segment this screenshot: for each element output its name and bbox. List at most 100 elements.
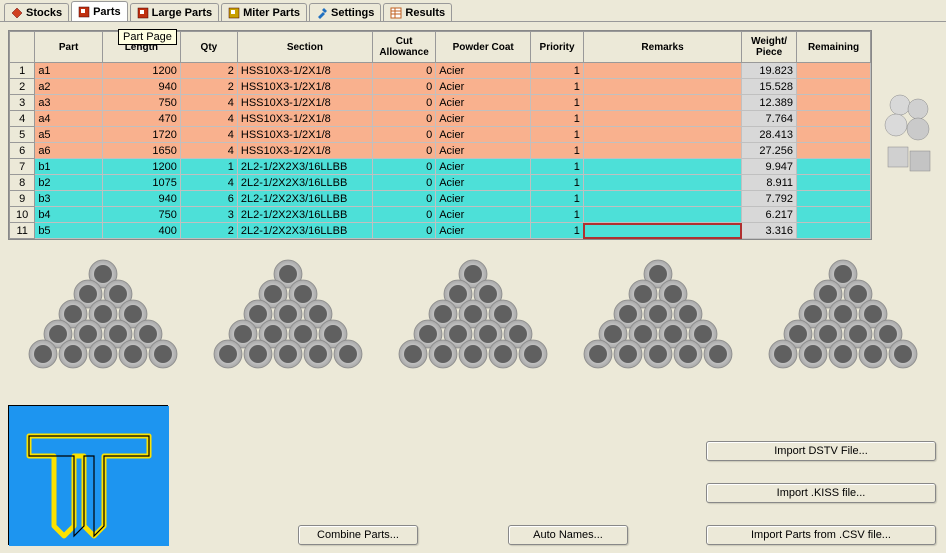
cell-remarks[interactable]: [583, 207, 741, 223]
cell-remaining[interactable]: [797, 63, 871, 79]
cell-weight[interactable]: 27.256: [742, 143, 797, 159]
cell-cut-allowance[interactable]: 0: [372, 63, 435, 79]
cell-cut-allowance[interactable]: 0: [372, 143, 435, 159]
cell-weight[interactable]: 12.389: [742, 95, 797, 111]
cell-cut-allowance[interactable]: 0: [372, 223, 435, 239]
cell-powder-coat[interactable]: Acier: [436, 175, 531, 191]
cell-weight[interactable]: 6.217: [742, 207, 797, 223]
cell-priority[interactable]: 1: [531, 191, 584, 207]
cell-length[interactable]: 940: [102, 79, 180, 95]
cell-length[interactable]: 1720: [102, 127, 180, 143]
cell-remarks[interactable]: [583, 223, 741, 239]
cell-remarks[interactable]: [583, 143, 741, 159]
cell-length[interactable]: 400: [102, 223, 180, 239]
cell-priority[interactable]: 1: [531, 143, 584, 159]
cell-qty[interactable]: 4: [180, 111, 237, 127]
row-number[interactable]: 1: [10, 63, 35, 79]
cell-powder-coat[interactable]: Acier: [436, 127, 531, 143]
cell-qty[interactable]: 6: [180, 191, 237, 207]
cell-priority[interactable]: 1: [531, 223, 584, 239]
cell-cut-allowance[interactable]: 0: [372, 175, 435, 191]
cell-priority[interactable]: 1: [531, 175, 584, 191]
cell-remarks[interactable]: [583, 127, 741, 143]
cell-weight[interactable]: 3.316: [742, 223, 797, 239]
row-number[interactable]: 5: [10, 127, 35, 143]
table-row[interactable]: 10b475032L2-1/2X2X3/16LLBB0Acier1 6.217: [10, 207, 871, 223]
cell-qty[interactable]: 4: [180, 175, 237, 191]
cell-length[interactable]: 470: [102, 111, 180, 127]
parts-table[interactable]: Part Length Qty Section Cut Allowance Po…: [9, 31, 871, 239]
cell-part[interactable]: b3: [35, 191, 103, 207]
auto-names-button[interactable]: Auto Names...: [508, 525, 628, 545]
cell-part[interactable]: a6: [35, 143, 103, 159]
cell-qty[interactable]: 1: [180, 159, 237, 175]
table-row[interactable]: 11b540022L2-1/2X2X3/16LLBB0Acier13.316: [10, 223, 871, 239]
tab-stocks[interactable]: Stocks: [4, 3, 69, 21]
cell-part[interactable]: a4: [35, 111, 103, 127]
cell-cut-allowance[interactable]: 0: [372, 207, 435, 223]
cell-remaining[interactable]: [797, 143, 871, 159]
cell-remarks[interactable]: [583, 175, 741, 191]
col-section[interactable]: Section: [237, 32, 372, 63]
cell-part[interactable]: a2: [35, 79, 103, 95]
cell-priority[interactable]: 1: [531, 207, 584, 223]
cell-powder-coat[interactable]: Acier: [436, 207, 531, 223]
cell-weight[interactable]: 19.823: [742, 63, 797, 79]
cell-qty[interactable]: 4: [180, 95, 237, 111]
cell-remaining[interactable]: [797, 79, 871, 95]
cell-cut-allowance[interactable]: 0: [372, 95, 435, 111]
cell-remarks[interactable]: [583, 63, 741, 79]
table-row[interactable]: 3a37504HSS10X3-1/2X1/80Acier112.389: [10, 95, 871, 111]
row-number[interactable]: 10: [10, 207, 35, 223]
cell-length[interactable]: 750: [102, 95, 180, 111]
cell-weight[interactable]: 8.911: [742, 175, 797, 191]
cell-qty[interactable]: 2: [180, 63, 237, 79]
cell-cut-allowance[interactable]: 0: [372, 191, 435, 207]
cell-section[interactable]: 2L2-1/2X2X3/16LLBB: [237, 175, 372, 191]
table-row[interactable]: 8b2107542L2-1/2X2X3/16LLBB0Acier18.911: [10, 175, 871, 191]
cell-part[interactable]: a5: [35, 127, 103, 143]
cell-part[interactable]: b2: [35, 175, 103, 191]
cell-priority[interactable]: 1: [531, 79, 584, 95]
row-number[interactable]: 9: [10, 191, 35, 207]
cell-qty[interactable]: 2: [180, 79, 237, 95]
cell-remaining[interactable]: [797, 175, 871, 191]
cell-powder-coat[interactable]: Acier: [436, 191, 531, 207]
cell-length[interactable]: 750: [102, 207, 180, 223]
tab-miter-parts[interactable]: Miter Parts: [221, 3, 307, 21]
table-row[interactable]: 4a44704HSS10X3-1/2X1/80Acier17.764: [10, 111, 871, 127]
cell-cut-allowance[interactable]: 0: [372, 159, 435, 175]
col-priority[interactable]: Priority: [531, 32, 584, 63]
cell-section[interactable]: HSS10X3-1/2X1/8: [237, 79, 372, 95]
row-number[interactable]: 6: [10, 143, 35, 159]
cell-weight[interactable]: 7.764: [742, 111, 797, 127]
cell-section[interactable]: 2L2-1/2X2X3/16LLBB: [237, 223, 372, 239]
row-number[interactable]: 3: [10, 95, 35, 111]
cell-part[interactable]: b5: [35, 223, 103, 239]
tab-large-parts[interactable]: Large Parts: [130, 3, 220, 21]
cell-length[interactable]: 1200: [102, 63, 180, 79]
cell-weight[interactable]: 15.528: [742, 79, 797, 95]
cell-weight[interactable]: 28.413: [742, 127, 797, 143]
row-number[interactable]: 8: [10, 175, 35, 191]
col-remaining[interactable]: Remaining: [797, 32, 871, 63]
import-kiss-button[interactable]: Import .KISS file...: [706, 483, 936, 503]
import-dstv-button[interactable]: Import DSTV File...: [706, 441, 936, 461]
cell-powder-coat[interactable]: Acier: [436, 63, 531, 79]
table-row[interactable]: 2a29402HSS10X3-1/2X1/80Acier115.528: [10, 79, 871, 95]
cell-priority[interactable]: 1: [531, 95, 584, 111]
cell-section[interactable]: HSS10X3-1/2X1/8: [237, 95, 372, 111]
tab-parts[interactable]: Parts: [71, 1, 128, 21]
cell-powder-coat[interactable]: Acier: [436, 223, 531, 239]
cell-weight[interactable]: 9.947: [742, 159, 797, 175]
table-row[interactable]: 5a517204HSS10X3-1/2X1/80Acier128.413: [10, 127, 871, 143]
import-csv-button[interactable]: Import Parts from .CSV file...: [706, 525, 936, 545]
col-cut-allowance[interactable]: Cut Allowance: [372, 32, 435, 63]
cell-powder-coat[interactable]: Acier: [436, 95, 531, 111]
cell-priority[interactable]: 1: [531, 127, 584, 143]
cell-powder-coat[interactable]: Acier: [436, 143, 531, 159]
cell-qty[interactable]: 3: [180, 207, 237, 223]
cell-part[interactable]: b4: [35, 207, 103, 223]
cell-remaining[interactable]: [797, 207, 871, 223]
cell-section[interactable]: 2L2-1/2X2X3/16LLBB: [237, 207, 372, 223]
